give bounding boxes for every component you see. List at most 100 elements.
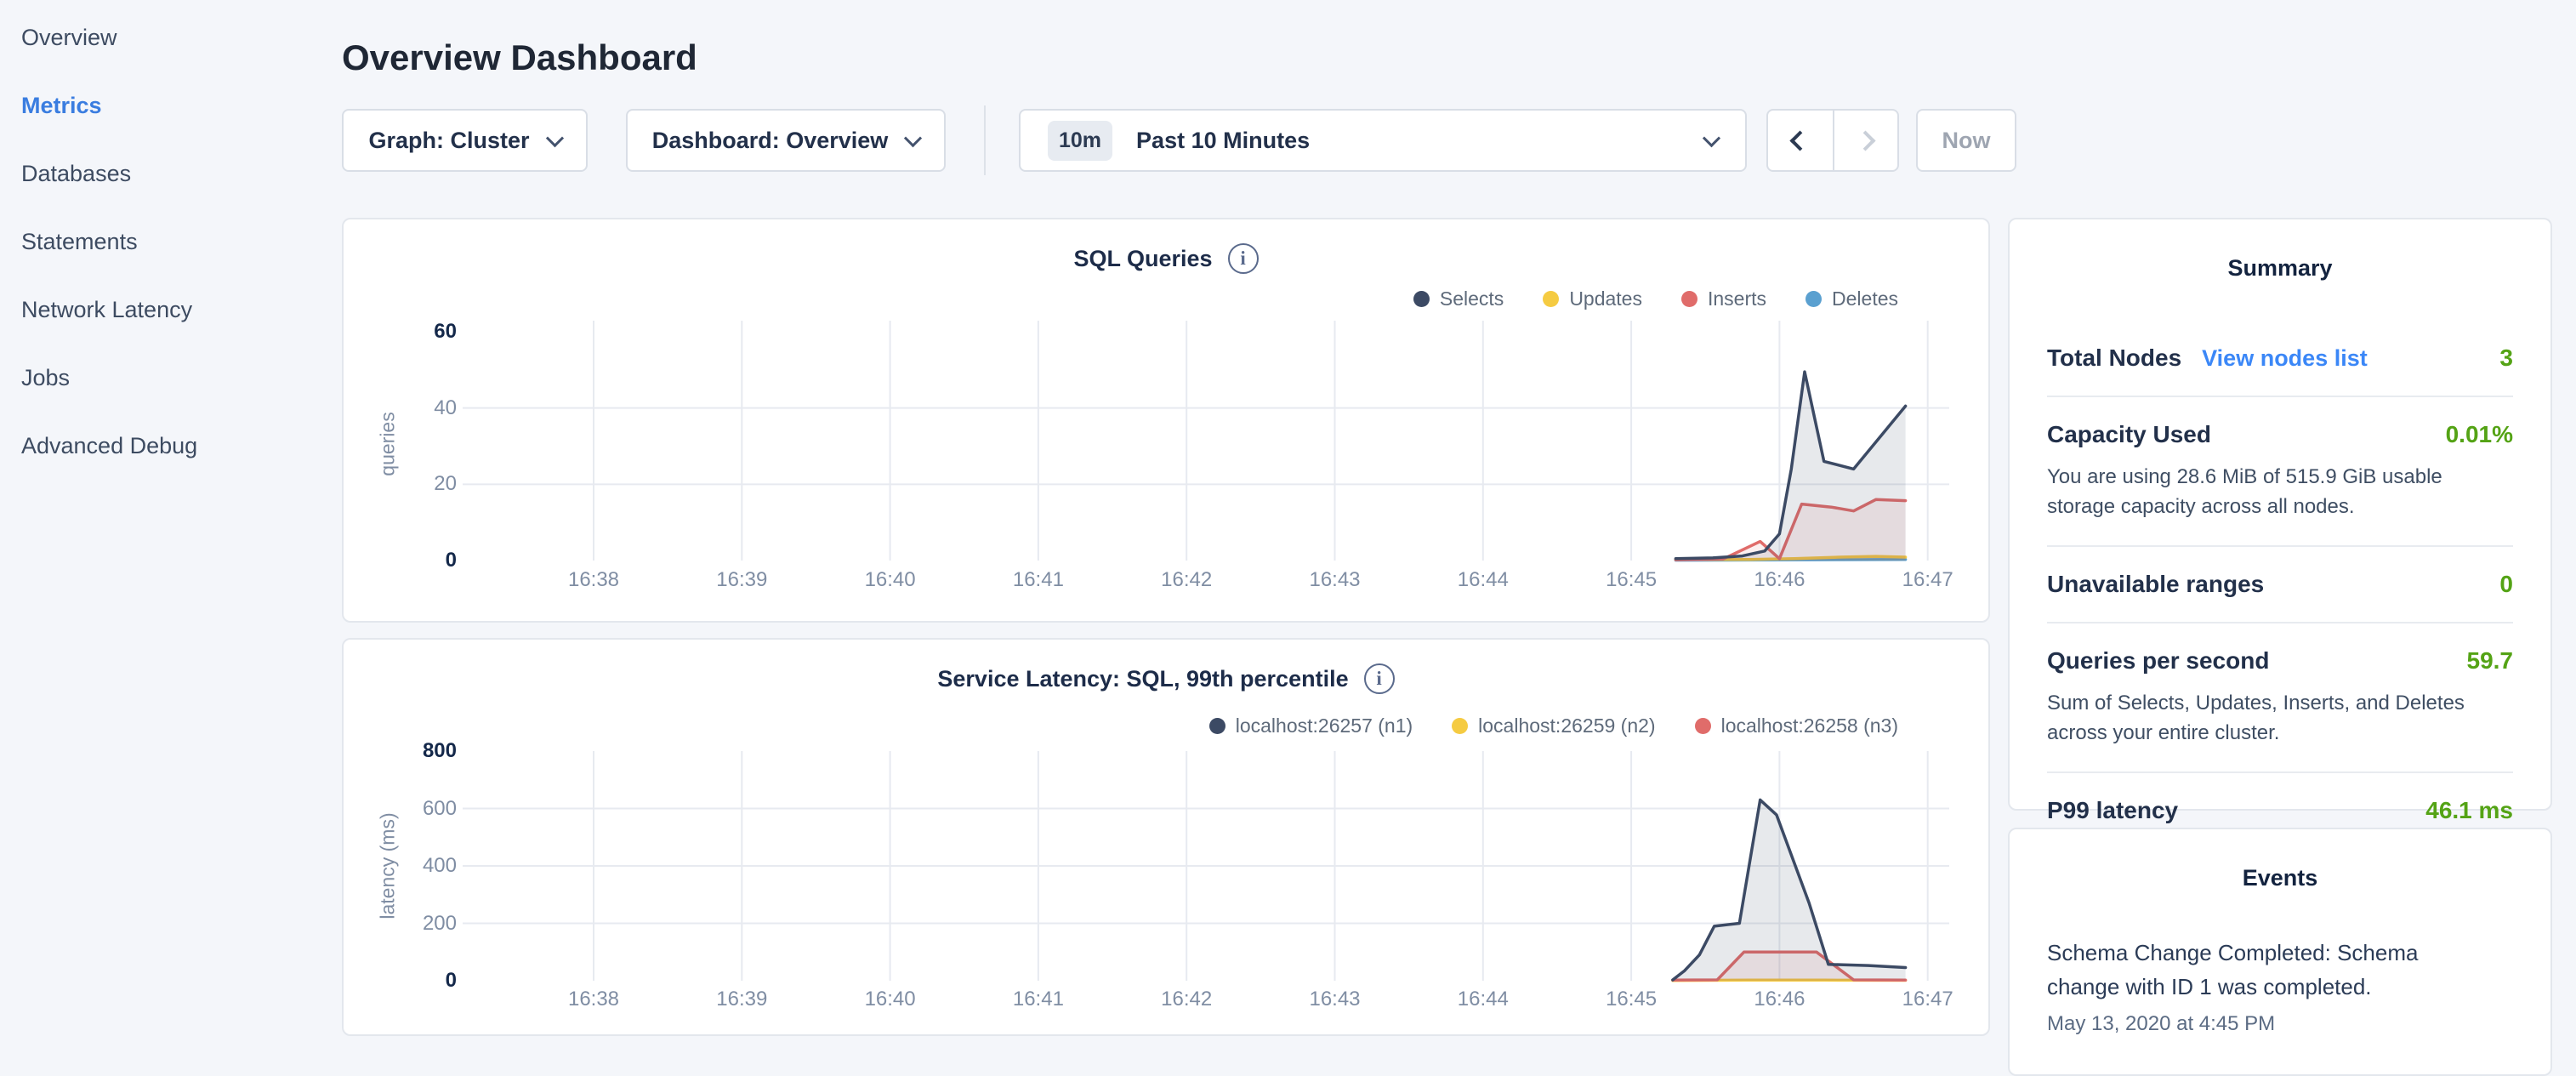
summary-row-label: P99 latency	[2047, 797, 2178, 824]
page-title: Overview Dashboard	[342, 37, 697, 78]
summary-row-label: Unavailable ranges	[2047, 571, 2264, 598]
legend-item: localhost:26257 (n1)	[1209, 714, 1413, 737]
time-step-forward-button[interactable]	[1833, 111, 1897, 170]
legend-dot-icon	[1681, 291, 1697, 307]
service-latency-chart-plot[interactable]	[344, 640, 1992, 1038]
chart-legend: localhost:26257 (n1) localhost:26259 (n2)…	[1209, 714, 1898, 737]
events-title: Events	[2047, 865, 2513, 891]
summary-row-label: Total Nodes	[2047, 344, 2181, 372]
summary-rows: Total NodesView nodes list3Capacity Used…	[2047, 321, 2513, 848]
legend-item: Selects	[1413, 288, 1504, 310]
dashboard-selector-dropdown[interactable]: Dashboard: Overview	[626, 109, 946, 172]
sidebar-item-jobs[interactable]: Jobs	[21, 364, 342, 391]
chevron-right-icon	[1856, 130, 1876, 151]
x-axis-tick-label: 16:44	[1458, 988, 1509, 1011]
sidebar-item-network-latency[interactable]: Network Latency	[21, 296, 342, 323]
x-axis-tick-label: 16:45	[1606, 988, 1657, 1011]
time-step-buttons	[1766, 109, 1899, 172]
summary-row-label: Queries per second	[2047, 647, 2269, 675]
dashboard-selector-label: Dashboard: Overview	[652, 128, 889, 154]
events-list: Schema Change Completed: Schema change w…	[2047, 936, 2513, 1036]
legend-item: Inserts	[1681, 288, 1766, 310]
x-axis-tick-label: 16:40	[865, 568, 916, 592]
legend-item: Updates	[1543, 288, 1642, 310]
x-axis-tick-label: 16:47	[1902, 988, 1953, 1011]
y-axis-tick-label: 800	[344, 739, 457, 763]
legend-item: Deletes	[1805, 288, 1898, 310]
legend-dot-icon	[1209, 718, 1225, 734]
sidebar-item-metrics[interactable]: Metrics	[21, 92, 342, 119]
event-item[interactable]: Schema Change Completed: Schema change w…	[2047, 936, 2513, 1036]
y-axis-tick-label: 20	[344, 472, 457, 496]
x-axis-tick-label: 16:45	[1606, 568, 1657, 592]
legend-dot-icon	[1543, 291, 1559, 307]
summary-row: Unavailable ranges 0	[2047, 545, 2513, 622]
summary-row: Capacity Used0.01%You are using 28.6 MiB…	[2047, 396, 2513, 545]
summary-row-value: 0	[2499, 571, 2513, 598]
time-step-back-button[interactable]	[1768, 111, 1833, 170]
x-axis-tick-label: 16:43	[1309, 988, 1360, 1011]
graph-selector-label: Graph: Cluster	[368, 128, 529, 154]
x-axis-tick-label: 16:40	[865, 988, 916, 1011]
summary-row-description: You are using 28.6 MiB of 515.9 GiB usab…	[2047, 462, 2513, 521]
sidebar-item-databases[interactable]: Databases	[21, 160, 342, 187]
legend-dot-icon	[1413, 291, 1430, 307]
legend-item: localhost:26259 (n2)	[1452, 714, 1655, 737]
legend-label: Inserts	[1708, 288, 1766, 310]
sql-queries-chart-plot[interactable]	[344, 219, 1992, 624]
sidebar-nav: Overview Metrics Databases Statements Networ…	[0, 0, 342, 1051]
x-axis-tick-label: 16:43	[1309, 568, 1360, 592]
legend-label: localhost:26257 (n1)	[1236, 714, 1413, 737]
x-axis-tick-label: 16:41	[1013, 568, 1064, 592]
x-axis-tick-label: 16:46	[1754, 568, 1805, 592]
x-axis-tick-label: 16:41	[1013, 988, 1064, 1011]
time-range-label: Past 10 Minutes	[1136, 128, 1310, 154]
sidebar-item-overview[interactable]: Overview	[21, 24, 342, 51]
x-axis-tick-label: 16:38	[568, 568, 619, 592]
x-axis-tick-label: 16:42	[1161, 988, 1212, 1011]
y-axis-tick-label: 40	[344, 396, 457, 420]
summary-row-value: 46.1 ms	[2425, 797, 2513, 824]
y-axis-tick-label: 60	[344, 320, 457, 344]
summary-row: Queries per second 59.7 Sum of Selects, Up…	[2047, 622, 2513, 771]
chevron-left-icon	[1790, 130, 1811, 151]
sidebar-item-advanced-debug[interactable]: Advanced Debug	[21, 432, 342, 459]
view-nodes-list-link[interactable]: View nodes list	[2202, 345, 2368, 372]
y-axis-tick-label: 0	[344, 969, 457, 993]
legend-label: Updates	[1569, 288, 1642, 310]
x-axis-tick-label: 16:47	[1902, 568, 1953, 592]
summary-title: Summary	[2047, 255, 2513, 282]
controls-divider	[984, 105, 986, 175]
legend-dot-icon	[1695, 718, 1711, 734]
legend-label: Selects	[1440, 288, 1504, 310]
y-axis-tick-label: 400	[344, 854, 457, 878]
time-range-picker[interactable]: 10m Past 10 Minutes	[1019, 109, 1747, 172]
summary-row: Total NodesView nodes list3	[2047, 321, 2513, 396]
legend-item: localhost:26258 (n3)	[1695, 714, 1898, 737]
chevron-down-icon	[1703, 129, 1720, 147]
event-timestamp: May 13, 2020 at 4:45 PM	[2047, 1012, 2513, 1036]
y-axis-tick-label: 600	[344, 797, 457, 821]
events-panel: Events Schema Change Completed: Schema c…	[2008, 828, 2552, 1076]
y-axis-tick-label: 200	[344, 912, 457, 936]
now-button[interactable]: Now	[1916, 109, 2016, 172]
sidebar-item-statements[interactable]: Statements	[21, 228, 342, 255]
chevron-down-icon	[545, 129, 563, 147]
legend-label: localhost:26258 (n3)	[1721, 714, 1898, 737]
legend-dot-icon	[1452, 718, 1468, 734]
summary-row-description: Sum of Selects, Updates, Inserts, and De…	[2047, 688, 2513, 748]
legend-label: Deletes	[1832, 288, 1898, 310]
summary-row-label: Capacity Used	[2047, 421, 2211, 448]
y-axis-label: latency (ms)	[377, 812, 400, 919]
x-axis-tick-label: 16:39	[716, 988, 767, 1011]
x-axis-tick-label: 16:38	[568, 988, 619, 1011]
service-latency-chart-panel: Service Latency: SQL, 99th percentile i …	[342, 638, 1990, 1036]
chevron-down-icon	[904, 129, 922, 147]
y-axis-label: queries	[377, 412, 400, 475]
summary-row-value: 59.7	[2467, 647, 2514, 675]
legend-label: localhost:26259 (n2)	[1478, 714, 1655, 737]
graph-selector-dropdown[interactable]: Graph: Cluster	[342, 109, 588, 172]
legend-dot-icon	[1805, 291, 1822, 307]
x-axis-tick-label: 16:42	[1161, 568, 1212, 592]
y-axis-tick-label: 0	[344, 549, 457, 572]
